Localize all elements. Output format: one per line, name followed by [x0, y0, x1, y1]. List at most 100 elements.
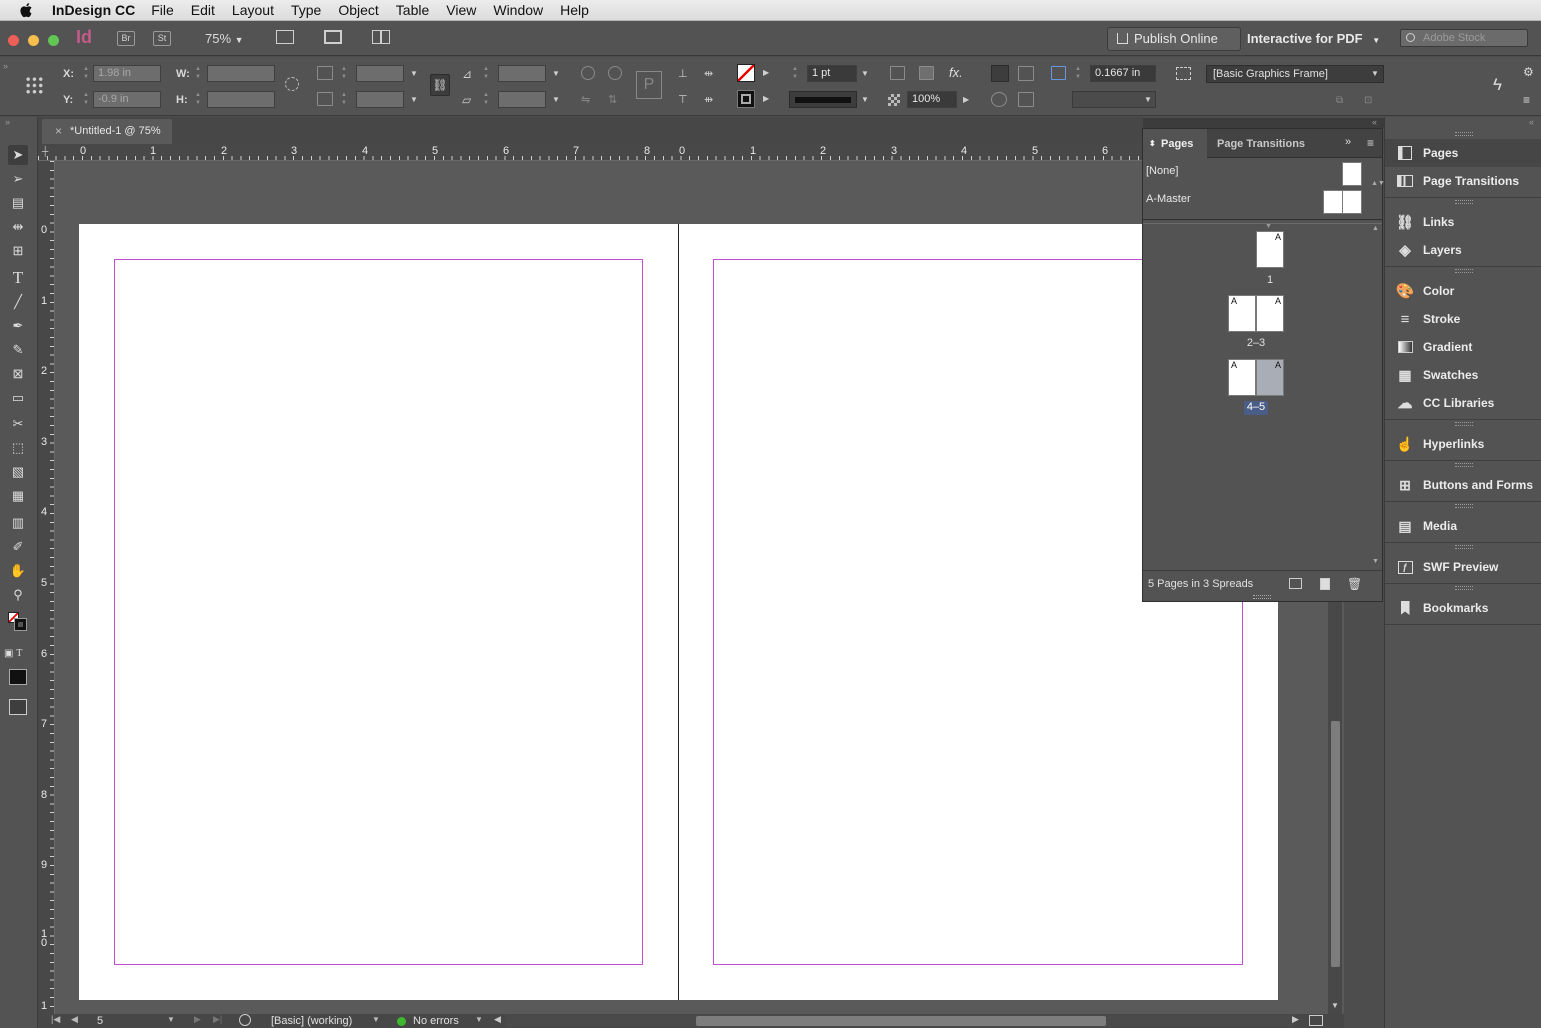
rotation-angle-field[interactable]: [498, 65, 546, 82]
screen-mode-tool-icon[interactable]: [9, 699, 27, 715]
menu-object[interactable]: Object: [338, 2, 378, 18]
app-menu[interactable]: InDesign CC: [52, 2, 135, 18]
page-menu-icon[interactable]: ▼: [167, 1015, 175, 1024]
chevron-down-icon[interactable]: ▼: [552, 95, 562, 105]
panel-group-grip[interactable]: [1455, 463, 1473, 467]
menu-type[interactable]: Type: [291, 2, 321, 18]
pencil-tool-icon[interactable]: ✎: [8, 340, 28, 360]
selection-tool-icon[interactable]: ➤: [8, 145, 28, 165]
formatting-container-icon[interactable]: ▣ T: [4, 648, 22, 659]
dock-item-cc-libraries[interactable]: ☁ CC Libraries: [1385, 389, 1541, 417]
pages-divider[interactable]: [1143, 219, 1382, 224]
dock-item-gradient[interactable]: Gradient: [1385, 333, 1541, 361]
gradient-feather-tool-icon[interactable]: ▦: [8, 486, 28, 506]
panel-group-grip[interactable]: [1455, 200, 1473, 204]
zoom-tool-icon[interactable]: ⚲: [8, 585, 28, 605]
minimize-window-button[interactable]: [28, 35, 39, 46]
dock-item-hyperlinks[interactable]: ☝ Hyperlinks: [1385, 430, 1541, 458]
new-page-icon[interactable]: [1320, 578, 1330, 590]
dock-item-swf-preview[interactable]: ƒ SWF Preview: [1385, 553, 1541, 581]
scissors-tool-icon[interactable]: ✂: [8, 414, 28, 434]
panel-group-grip[interactable]: [1455, 586, 1473, 590]
pen-tool-icon[interactable]: ✒: [8, 316, 28, 336]
fitting-offset-field[interactable]: 0.1667 in: [1090, 65, 1156, 82]
rotate-cw-icon[interactable]: [581, 66, 595, 80]
master-a-row[interactable]: A-Master: [1143, 187, 1371, 215]
master-none-row[interactable]: [None]: [1143, 159, 1371, 187]
page-5-thumb[interactable]: A: [1256, 359, 1284, 396]
fitting-stepper[interactable]: ▲ ▼: [1073, 65, 1083, 82]
trash-icon[interactable]: 🗑: [1347, 572, 1362, 596]
dock-item-color[interactable]: 🎨 Color: [1385, 277, 1541, 305]
quick-apply-icon[interactable]: ϟ: [1493, 75, 1502, 95]
collapse-panel-icon[interactable]: »: [1345, 136, 1351, 148]
content-collector-icon[interactable]: ⊞: [8, 241, 28, 261]
horizontal-scroll-thumb[interactable]: [696, 1016, 1106, 1026]
rotate-ccw-icon[interactable]: [608, 66, 622, 80]
page-3-thumb[interactable]: A: [1256, 295, 1284, 332]
scale-y-stepper[interactable]: ▲ ▼: [339, 91, 349, 108]
align-top-icon[interactable]: ⊥: [678, 67, 688, 80]
chevron-down-icon[interactable]: ▼: [861, 95, 871, 105]
direct-selection-tool-icon[interactable]: ➢: [8, 169, 28, 189]
adobe-stock-search-field[interactable]: Adobe Stock: [1400, 29, 1528, 47]
fill-stroke-swatch-icon[interactable]: [8, 612, 28, 632]
pages-scroll[interactable]: ▲ ▼: [1371, 225, 1382, 570]
text-wrap-box-icon[interactable]: [1018, 66, 1034, 81]
split-window-icon[interactable]: [1309, 1015, 1323, 1026]
scale-x-stepper[interactable]: ▲ ▼: [339, 65, 349, 82]
preflight-profile-select[interactable]: [Basic] (working): [271, 1015, 352, 1027]
apply-color-icon[interactable]: [9, 669, 27, 685]
distribute-icon[interactable]: ⇻: [704, 93, 713, 106]
scroll-up-icon[interactable]: ▲: [1372, 225, 1379, 232]
dock-item-bookmarks[interactable]: Bookmarks: [1385, 594, 1541, 622]
close-window-button[interactable]: [8, 35, 19, 46]
menu-file[interactable]: File: [151, 2, 174, 18]
chevron-down-icon[interactable]: ▼: [410, 69, 420, 79]
opacity-menu-icon[interactable]: ▶: [963, 95, 973, 105]
scroll-down-icon[interactable]: ▼: [1331, 1001, 1339, 1010]
page-left[interactable]: [79, 224, 679, 1000]
page-2-thumb[interactable]: A: [1228, 295, 1256, 332]
tab-pages[interactable]: ⬍ Pages: [1143, 129, 1207, 158]
stroke-weight-field[interactable]: 1 pt: [807, 65, 857, 82]
stroke-weight-stepper[interactable]: ▲ ▼: [790, 65, 800, 82]
zoom-window-button[interactable]: [48, 35, 59, 46]
y-stepper[interactable]: ▲ ▼: [81, 91, 91, 108]
chevron-down-icon[interactable]: ▼: [861, 69, 871, 79]
link-scale-icon[interactable]: ⛓: [430, 74, 450, 96]
reference-point-icon[interactable]: [25, 76, 44, 95]
rectangle-frame-tool-icon[interactable]: ⊠: [8, 364, 28, 384]
gradient-swatch-tool-icon[interactable]: ▧: [8, 462, 28, 482]
page-number-field[interactable]: 5: [97, 1015, 103, 1027]
note-tool-icon[interactable]: ▥: [8, 513, 28, 533]
menu-edit[interactable]: Edit: [191, 2, 215, 18]
chevron-down-icon[interactable]: ▼: [410, 95, 420, 105]
screen-mode-icon[interactable]: [276, 30, 294, 44]
panel-menu-icon[interactable]: ≡: [1367, 136, 1374, 150]
ruler-origin[interactable]: ┼: [42, 146, 48, 156]
free-transform-tool-icon[interactable]: ⬚: [8, 438, 28, 458]
eyedropper-tool-icon[interactable]: ✐: [8, 537, 28, 557]
panel-group-grip[interactable]: [1455, 422, 1473, 426]
opacity-field[interactable]: 100%: [907, 91, 957, 108]
dock-item-buttons-and-forms[interactable]: ⊞ Buttons and Forms: [1385, 471, 1541, 499]
x-position-field[interactable]: 1.98 in: [93, 65, 161, 82]
view-options-icon[interactable]: [324, 30, 342, 44]
menu-view[interactable]: View: [446, 2, 476, 18]
menu-help[interactable]: Help: [560, 2, 589, 18]
gap-tool-icon[interactable]: ⇹: [8, 217, 28, 237]
align-center-icon[interactable]: ⇹: [704, 67, 713, 80]
close-tab-icon[interactable]: ×: [55, 119, 62, 144]
scale-y-field[interactable]: [356, 91, 404, 108]
next-page-icon[interactable]: ▶: [194, 1014, 201, 1025]
previous-page-icon[interactable]: ◀: [71, 1014, 78, 1025]
dock-item-layers[interactable]: ◈ Layers: [1385, 236, 1541, 264]
gear-icon[interactable]: ⚙: [1523, 65, 1534, 79]
text-wrap-shape-icon[interactable]: [991, 92, 1007, 107]
object-style-select[interactable]: [Basic Graphics Frame]: [1206, 65, 1384, 83]
frame-fitting-icon[interactable]: [1051, 66, 1066, 80]
effects-icon[interactable]: fx.: [949, 65, 963, 80]
y-position-field[interactable]: -0.9 in: [93, 91, 161, 108]
rotate-stepper[interactable]: ▲ ▼: [481, 65, 491, 82]
